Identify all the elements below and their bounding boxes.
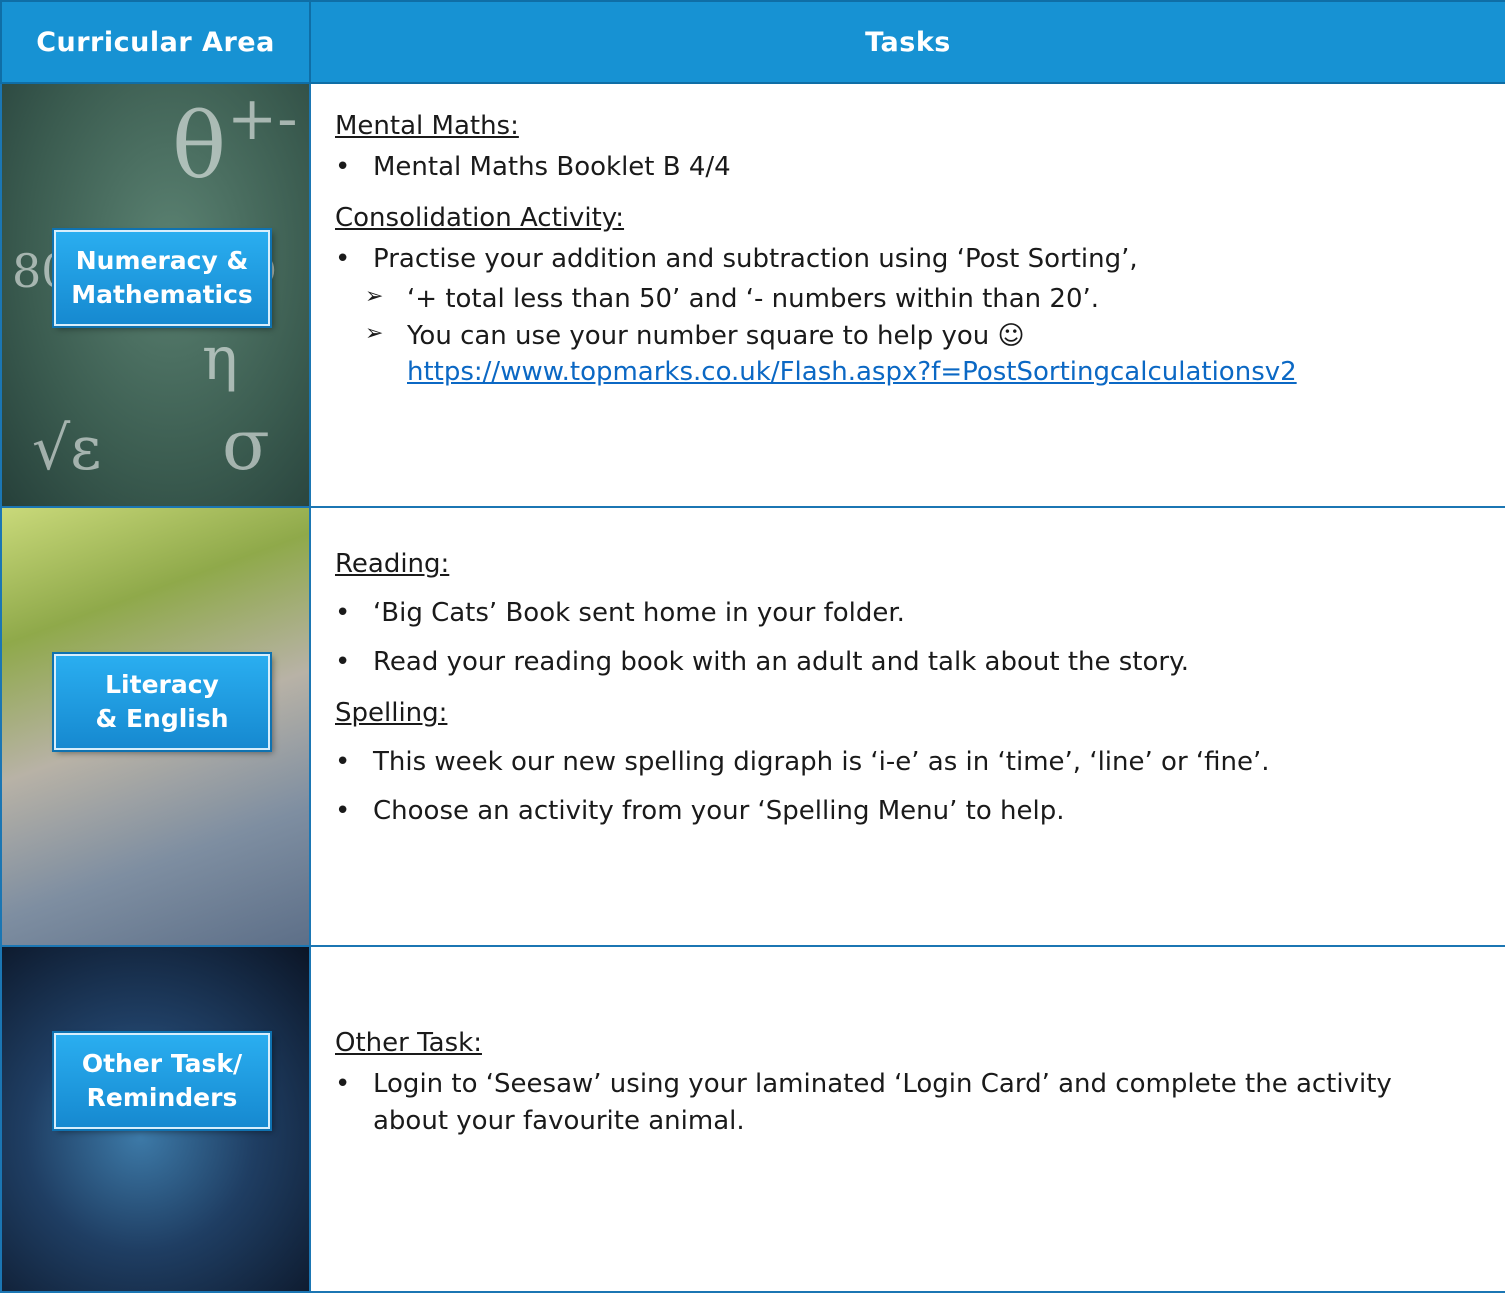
literacy-area-cell: Literacy & English <box>0 506 311 947</box>
header-row: Curricular Area Tasks <box>0 0 1505 84</box>
number-square-text: You can use your number square to help y… <box>407 320 1025 351</box>
spelling-heading: Spelling: <box>335 697 448 728</box>
consolidation-heading: Consolidation Activity: <box>335 202 625 233</box>
list-item: ‘Big Cats’ Book sent home in your folder… <box>335 595 1505 632</box>
list-item: Read your reading book with an adult and… <box>335 644 1505 681</box>
theta-chalk-icon: θ <box>172 94 227 199</box>
numeracy-area-cell: θ +- 80% a δ η √ε σ Numeracy & Mathemati… <box>0 82 311 508</box>
spelling-list: This week our new spelling digraph is ‘i… <box>335 744 1505 830</box>
numeracy-label-line2: Mathematics <box>71 279 253 309</box>
sigma-chalk-icon: σ <box>222 404 270 486</box>
other-label-line2: Reminders <box>86 1082 238 1112</box>
list-item: Mental Maths Booklet B 4/4 <box>335 149 1505 186</box>
list-item: Login to ‘Seesaw’ using your laminated ‘… <box>335 1066 1425 1140</box>
sub-list-item: You can use your number square to help y… <box>365 318 1505 392</box>
eta-chalk-icon: η <box>202 324 238 394</box>
tasks-header: Tasks <box>309 0 1505 84</box>
list-item: Practise your addition and subtraction u… <box>335 241 1505 278</box>
literacy-label-line1: Literacy <box>105 670 219 699</box>
curricular-area-header: Curricular Area <box>0 0 311 84</box>
consolidation-list: Practise your addition and subtraction u… <box>335 241 1505 392</box>
numeracy-tasks-cell: Mental Maths: Mental Maths Booklet B 4/4… <box>309 82 1505 508</box>
reading-list: ‘Big Cats’ Book sent home in your folder… <box>335 595 1505 681</box>
reading-heading: Reading: <box>335 549 450 579</box>
other-label: Other Task/ Reminders <box>54 1033 270 1129</box>
other-row: Other Task/ Reminders Other Task: Login … <box>0 945 1505 1293</box>
other-area-cell: Other Task/ Reminders <box>0 945 311 1293</box>
numeracy-label-line1: Numeracy & <box>75 246 249 275</box>
sub-list-item: ‘+ total less than 50’ and ‘- numbers wi… <box>365 281 1505 318</box>
numeracy-row: θ +- 80% a δ η √ε σ Numeracy & Mathemati… <box>0 82 1505 508</box>
list-item: Choose an activity from your ‘Spelling M… <box>335 793 1505 830</box>
literacy-tasks-cell: Reading: ‘Big Cats’ Book sent home in yo… <box>309 506 1505 947</box>
literacy-row: Literacy & English Reading: ‘Big Cats’ B… <box>0 506 1505 947</box>
other-task-list: Login to ‘Seesaw’ using your laminated ‘… <box>335 1066 1425 1140</box>
plus-minus-chalk-icon: +- <box>227 84 298 154</box>
other-tasks-cell: Other Task: Login to ‘Seesaw’ using your… <box>309 945 1505 1293</box>
other-label-line1: Other Task/ <box>81 1049 243 1078</box>
homework-table: Curricular Area Tasks θ +- 80% a δ η √ε … <box>0 0 1505 1293</box>
list-item: This week our new spelling digraph is ‘i… <box>335 744 1505 781</box>
numeracy-label: Numeracy & Mathematics <box>54 230 270 326</box>
other-task-heading: Other Task: <box>335 1028 482 1058</box>
literacy-label: Literacy & English <box>54 654 270 750</box>
mental-maths-heading: Mental Maths: <box>335 111 519 141</box>
sqrt-chalk-icon: √ε <box>32 414 102 484</box>
mental-maths-list: Mental Maths Booklet B 4/4 <box>335 149 1505 186</box>
topmarks-link[interactable]: https://www.topmarks.co.uk/Flash.aspx?f=… <box>407 357 1297 387</box>
literacy-label-line2: & English <box>95 703 229 733</box>
